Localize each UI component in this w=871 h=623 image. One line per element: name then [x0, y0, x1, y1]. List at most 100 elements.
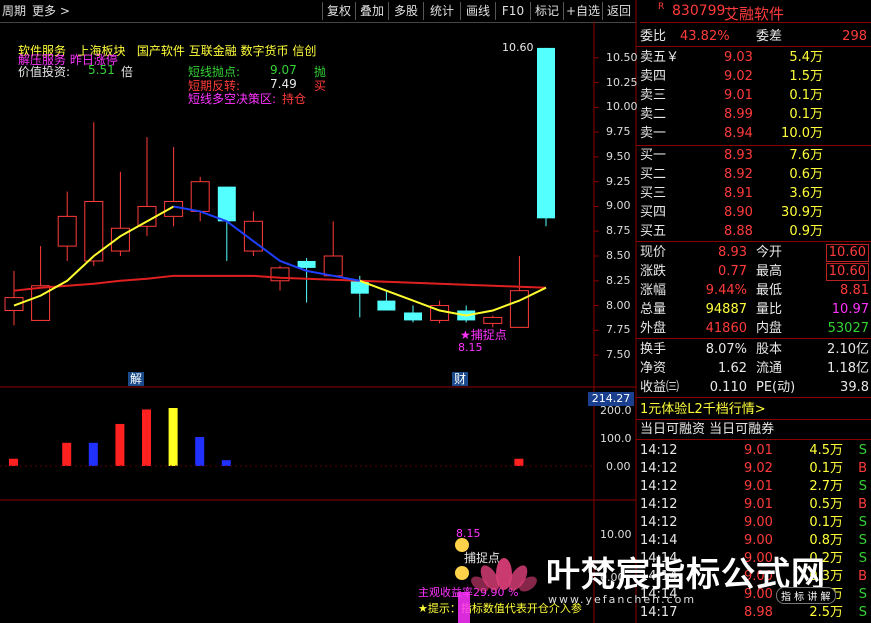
tick-row: 14:12 9.01 2.7万 S [640, 477, 871, 496]
ask-label: 卖二 [640, 107, 667, 122]
jie-badge[interactable]: 解 [128, 372, 145, 386]
candle-body [377, 300, 396, 311]
price-tick-label: 8.00 [606, 298, 631, 312]
stat-label: 涨跌 [640, 264, 667, 279]
candle-body [483, 316, 503, 324]
l2-promo-link[interactable]: 1元体验L2千档行情> [640, 400, 871, 419]
ask-row: 卖二 8.99 0.1万 [640, 105, 871, 124]
bottom-axis-10: 10.00 [600, 528, 632, 541]
tick-side: B [858, 497, 867, 512]
stat-value: 8.93 [718, 245, 747, 260]
tick-price: 9.01 [744, 497, 773, 512]
stat2-row: 净资 1.62 流通 1.18亿 [640, 359, 871, 378]
lotus-logo-icon [468, 548, 540, 592]
money-bag-icon [455, 566, 469, 580]
strategy-label: 短线多空决策区: [188, 92, 277, 106]
stat-label: 外盘 [640, 321, 667, 336]
volume-bar [514, 458, 524, 466]
stat2-label: 股本 [756, 342, 783, 357]
stat2-label: 换手 [640, 342, 667, 357]
tick-volume: 2.7万 [809, 479, 843, 494]
candle-body [509, 290, 529, 328]
bid-row: 买二 8.92 0.6万 [640, 165, 871, 184]
stat-row: 外盘 41860 内盘 53027 [640, 319, 871, 338]
stat-value: 0.77 [718, 264, 747, 279]
weibi-row: 委比 43.82% 委差 298 [640, 27, 871, 46]
candle-body [323, 255, 343, 277]
ask-label: 卖一 [640, 126, 667, 141]
price-tick-label: 10.50 [606, 50, 638, 64]
weibi-value: 43.82% [680, 29, 730, 44]
high-price-label: 10.60 [502, 41, 534, 54]
tick-volume: 0.1万 [809, 461, 843, 476]
bid-row: 买四 8.90 30.9万 [640, 203, 871, 222]
tick-volume: 2.5万 [809, 605, 843, 620]
ask-volume: 10.0万 [781, 126, 823, 141]
stat2-label: 流通 [756, 361, 783, 376]
volume-bar [115, 423, 125, 466]
stock-name: 艾融软件 [724, 5, 785, 23]
ask-row: 卖五￥ 9.03 5.4万 [640, 48, 871, 67]
stat2-value: 1.18亿 [827, 361, 869, 376]
value-unit: 倍 [121, 65, 134, 79]
short-rev-signal: 买 [314, 79, 327, 93]
stat-value: 10.97 [831, 302, 869, 317]
volume-bar [62, 442, 72, 466]
volume-bar [142, 409, 151, 466]
volume-bar [168, 408, 178, 466]
volume-bar [195, 437, 205, 466]
ask-volume: 0.1万 [789, 107, 823, 122]
volume-bar [221, 460, 231, 466]
catch-point-value: 8.15 [458, 341, 483, 354]
price-tick-label: 10.00 [606, 100, 638, 114]
short-sell-val: 9.07 [270, 63, 297, 77]
stat-label: 现价 [640, 245, 667, 260]
bid-row: 买五 8.88 0.9万 [640, 222, 871, 241]
ask-label: 卖三 [640, 88, 667, 103]
bid-price: 8.88 [724, 224, 753, 239]
tick-time: 14:12 [640, 497, 678, 512]
stat2-row: 收益㈢ 0.110 PE(动) 39.8 [640, 378, 871, 397]
ask-price: 8.99 [724, 107, 753, 122]
tick-row: 14:12 9.00 0.1万 S [640, 513, 871, 532]
price-tick-label: 7.75 [606, 323, 631, 337]
tick-volume: 4.5万 [809, 443, 843, 458]
ask-volume: 5.4万 [789, 50, 823, 65]
bid-volume: 0.9万 [789, 224, 823, 239]
tick-price: 9.01 [744, 443, 773, 458]
bottom-marker-bar [458, 592, 470, 623]
weibi-label: 委比 [640, 29, 667, 44]
bid-volume: 0.6万 [789, 167, 823, 182]
stat2-value: 1.62 [718, 361, 747, 376]
bid-volume: 3.6万 [789, 186, 823, 201]
stat2-value: 39.8 [840, 380, 869, 395]
stat2-value: 2.10亿 [827, 342, 869, 357]
bid-price: 8.93 [724, 148, 753, 163]
stat2-label: 净资 [640, 361, 667, 376]
stat-value: 8.81 [840, 283, 869, 298]
tick-volume: 0.5万 [809, 497, 843, 512]
tick-side: B [858, 461, 867, 476]
stat-label: 量比 [756, 302, 783, 317]
stat2-label: PE(动) [756, 380, 796, 395]
price-tick-label: 8.75 [606, 224, 631, 238]
value-num: 5.51 [88, 63, 115, 77]
quote-header: R 830799 艾融软件 [640, 0, 871, 23]
tick-side: S [858, 605, 867, 620]
cai-badge[interactable]: 财 [452, 372, 469, 386]
ask-price: 9.01 [724, 88, 753, 103]
stock-code: 830799 [672, 3, 726, 19]
stat2-value: 0.110 [709, 380, 747, 395]
tick-price: 9.00 [744, 515, 773, 530]
bid-label: 买三 [640, 186, 667, 201]
stat-value: 94887 [705, 302, 747, 317]
tick-side: S [858, 533, 867, 548]
stat-value: 9.44% [705, 283, 747, 298]
stat2-label: 收益㈢ [640, 380, 680, 395]
tick-time: 14:12 [640, 479, 678, 494]
bid-row: 买一 8.93 7.6万 [640, 146, 871, 165]
short-rev-val: 7.49 [270, 77, 297, 91]
candle-body [537, 47, 555, 219]
tick-price: 8.98 [744, 605, 773, 620]
watermark-sub: 指 标 讲 解 [776, 587, 836, 604]
